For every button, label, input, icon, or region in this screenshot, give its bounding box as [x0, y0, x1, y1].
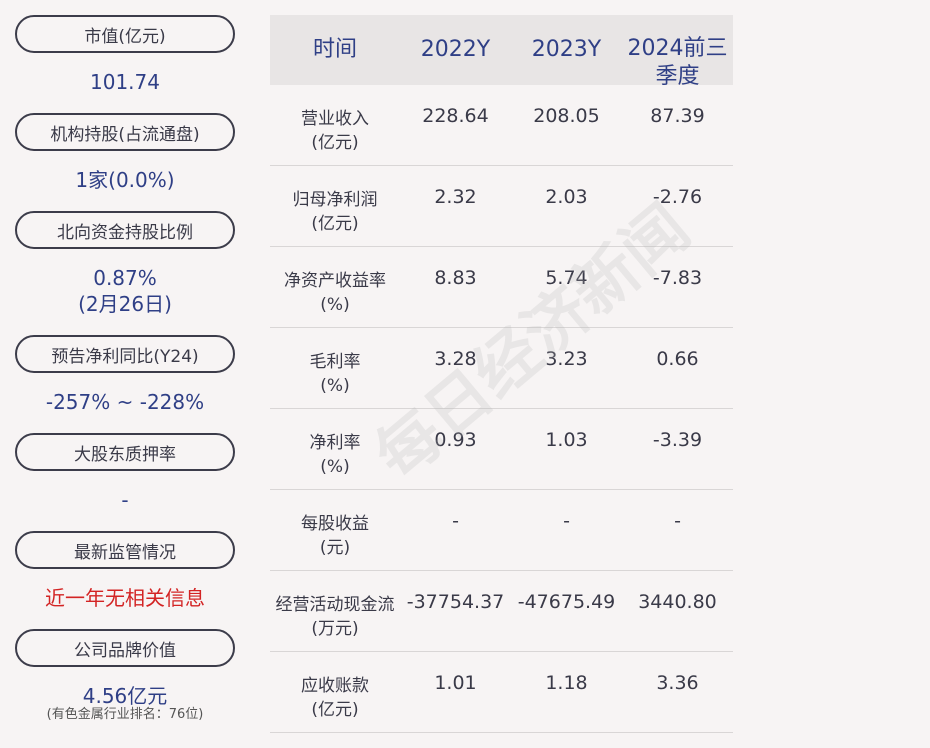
- header-2022: 2022Y: [420, 37, 491, 62]
- row-label-name: 每股收益: [301, 514, 369, 534]
- forecast-profit-value: -257% ~ -228%: [45, 390, 205, 414]
- northbound-ratio-label: 北向资金持股比例: [15, 211, 235, 249]
- table-row: 营业收入 (亿元) 228.64 208.05 87.39: [270, 85, 733, 166]
- row-value: 8.83: [434, 267, 477, 289]
- table-row: 应收账款 (亿元) 1.01 1.18 3.36: [270, 652, 733, 733]
- row-value: -37754.37: [406, 591, 505, 613]
- table-row: 每股收益 (元) - - -: [270, 490, 733, 571]
- row-label: 营业收入 (亿元): [270, 107, 400, 155]
- row-value: -: [563, 510, 570, 532]
- brand-rank-note: (有色金属行业排名：76位): [46, 707, 204, 722]
- left-panel: 市值(亿元) 101.74 机构持股(占流通盘) 1家(0.0%) 北向资金持股…: [0, 0, 250, 748]
- row-label-unit: (万元): [311, 619, 359, 639]
- row-value: 1.01: [434, 672, 477, 694]
- row-label-unit: (亿元): [311, 133, 359, 153]
- institution-holding-label: 机构持股(占流通盘): [15, 113, 235, 151]
- row-label-unit: (元): [319, 538, 351, 558]
- row-label-unit: (%): [320, 376, 350, 396]
- row-value: 0.66: [656, 348, 699, 370]
- header-2024q3: 2024前三 季度: [622, 15, 733, 89]
- market-cap-value: 101.74: [90, 70, 160, 94]
- row-label-name: 归母净利润: [292, 190, 378, 210]
- row-label: 归母净利润 (亿元): [270, 188, 400, 236]
- brand-value-value: 4.56亿元: [82, 684, 168, 708]
- header-2023: 2023Y: [531, 37, 602, 62]
- financial-table: 时间 2022Y 2023Y 2024前三 季度 营业收入 (亿元) 228.64 2…: [270, 15, 733, 733]
- row-value: 3440.80: [638, 591, 717, 613]
- table-header: 时间 2022Y 2023Y 2024前三 季度: [270, 15, 733, 89]
- forecast-profit-label: 预告净利同比(Y24): [15, 335, 235, 373]
- row-label: 毛利率 (%): [270, 350, 400, 398]
- row-value: 208.05: [533, 105, 600, 127]
- row-value: -47675.49: [517, 591, 616, 613]
- row-label: 应收账款 (亿元): [270, 674, 400, 722]
- northbound-ratio-value: 0.87%: [93, 266, 157, 290]
- row-label: 净资产收益率 (%): [270, 269, 400, 317]
- row-label-unit: (%): [320, 295, 350, 315]
- row-label-name: 经营活动现金流: [275, 595, 395, 615]
- regulation-value: 近一年无相关信息: [45, 586, 205, 610]
- row-value: -3.39: [652, 429, 703, 451]
- row-value: 3.36: [656, 672, 699, 694]
- northbound-ratio-date: (2月26日): [78, 292, 172, 316]
- row-label-name: 营业收入: [301, 109, 369, 129]
- brand-value-label: 公司品牌价值: [15, 629, 235, 667]
- market-cap-label: 市值(亿元): [15, 15, 235, 53]
- header-time: 时间: [312, 37, 357, 62]
- row-label: 每股收益 (元): [270, 512, 400, 560]
- row-value: 2.32: [434, 186, 477, 208]
- row-label-name: 毛利率: [309, 352, 361, 372]
- table-row: 经营活动现金流 (万元) -37754.37 -47675.49 3440.80: [270, 571, 733, 652]
- row-label-name: 应收账款: [301, 676, 369, 696]
- row-value: 2.03: [545, 186, 588, 208]
- regulation-label: 最新监管情况: [15, 531, 235, 569]
- row-label-unit: (亿元): [311, 700, 359, 720]
- row-label: 经营活动现金流 (万元): [270, 593, 400, 641]
- row-value: -: [452, 510, 459, 532]
- pledge-ratio-label: 大股东质押率: [15, 433, 235, 471]
- row-value: -: [674, 510, 681, 532]
- row-value: 228.64: [422, 105, 489, 127]
- row-label-name: 净资产收益率: [284, 271, 386, 291]
- row-value: 1.03: [545, 429, 588, 451]
- row-value: 87.39: [650, 105, 705, 127]
- pledge-ratio-value: -: [121, 488, 129, 512]
- row-value: 1.18: [545, 672, 588, 694]
- header-2024q3-line1: 2024前三: [627, 36, 728, 61]
- row-label-unit: (亿元): [311, 214, 359, 234]
- institution-holding-value: 1家(0.0%): [75, 168, 175, 192]
